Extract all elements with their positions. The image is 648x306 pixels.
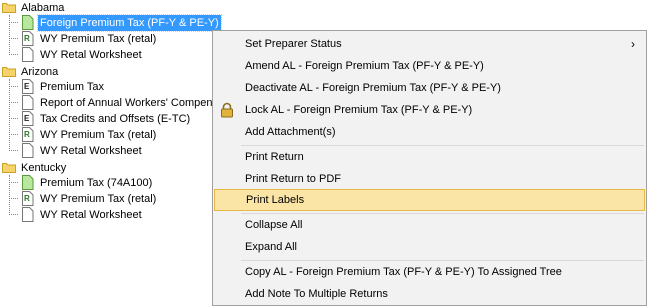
svg-text:E: E [24, 82, 30, 91]
doc-icon [22, 47, 34, 62]
folder-label: Kentucky [21, 162, 67, 174]
menu-item-label: Collapse All [245, 219, 303, 231]
tree-item-label: Tax Credits and Offsets (E-TC) [40, 113, 191, 125]
r-doc-icon: R [22, 191, 34, 206]
tree-item-label: Premium Tax [40, 81, 104, 93]
doc-icon [22, 95, 34, 110]
menu-item-collapse-all[interactable]: Collapse All [214, 214, 645, 236]
svg-text:R: R [24, 194, 30, 203]
folder-icon [2, 3, 16, 13]
r-doc-icon: R [22, 31, 34, 46]
menu-item-label: Set Preparer Status [245, 38, 342, 50]
folder-label: Alabama [21, 2, 65, 14]
green-doc-icon [22, 15, 34, 30]
menu-item-label: Add Attachment(s) [245, 126, 336, 138]
menu-item-amend[interactable]: Amend AL - Foreign Premium Tax (PF-Y & P… [214, 55, 645, 77]
tree-item-label: WY Premium Tax (retal) [40, 129, 157, 141]
e-doc-icon: E [22, 79, 34, 94]
return-tree: Alabama Foreign Premium Tax (PF-Y & PE-Y… [0, 0, 222, 306]
menu-item-expand-all[interactable]: Expand All [214, 236, 645, 258]
r-doc-icon: R [22, 127, 34, 142]
chevron-right-icon: › [631, 37, 635, 51]
svg-text:R: R [24, 130, 30, 139]
doc-icon [22, 207, 34, 222]
tree-item-label: Premium Tax (74A100) [40, 177, 153, 189]
menu-item-label: Print Labels [246, 194, 305, 206]
menu-item-label: Add Note To Multiple Returns [245, 288, 388, 300]
menu-item-label: Deactivate AL - Foreign Premium Tax (PF-… [245, 82, 501, 94]
menu-item-label: Amend AL - Foreign Premium Tax (PF-Y & P… [245, 60, 484, 72]
folder-icon [2, 67, 16, 77]
context-menu: Set Preparer Status › Amend AL - Foreign… [212, 30, 647, 306]
e-doc-icon: E [22, 111, 34, 126]
menu-item-label: Expand All [245, 241, 297, 253]
folder-icon [2, 163, 16, 173]
lock-icon [221, 102, 233, 118]
menu-item-lock[interactable]: Lock AL - Foreign Premium Tax (PF-Y & PE… [214, 99, 645, 121]
svg-text:E: E [24, 114, 30, 123]
tree-connector [9, 175, 10, 215]
menu-item-print-return-pdf[interactable]: Print Return to PDF [214, 168, 645, 190]
menu-item-label: Copy AL - Foreign Premium Tax (PF-Y & PE… [245, 266, 562, 278]
tree-item-label: WY Retal Worksheet [40, 49, 142, 61]
menu-item-label: Lock AL - Foreign Premium Tax (PF-Y & PE… [245, 104, 473, 116]
menu-item-label: Print Return to PDF [245, 173, 341, 185]
svg-text:R: R [24, 34, 30, 43]
menu-item-print-return[interactable]: Print Return [214, 146, 645, 168]
green-doc-icon [22, 175, 34, 190]
tree-item-label: WY Retal Worksheet [40, 145, 142, 157]
tree-connector [9, 15, 10, 55]
menu-item-copy-to-tree[interactable]: Copy AL - Foreign Premium Tax (PF-Y & PE… [214, 261, 645, 283]
tree-item-label: WY Premium Tax (retal) [40, 33, 157, 45]
menu-item-add-attachments[interactable]: Add Attachment(s) [214, 121, 645, 143]
doc-icon [22, 143, 34, 158]
menu-item-deactivate[interactable]: Deactivate AL - Foreign Premium Tax (PF-… [214, 77, 645, 99]
tree-connector [9, 79, 10, 151]
tree-item-label: Report of Annual Workers' Compen [40, 97, 213, 109]
folder-label: Arizona [21, 66, 59, 78]
tree-item-label: WY Premium Tax (retal) [40, 193, 157, 205]
menu-item-label: Print Return [245, 151, 304, 163]
tree-item-label: Foreign Premium Tax (PF-Y & PE-Y) [37, 14, 222, 32]
tree-item-label: WY Retal Worksheet [40, 209, 142, 221]
menu-item-set-preparer-status[interactable]: Set Preparer Status › [214, 33, 645, 55]
menu-item-add-note[interactable]: Add Note To Multiple Returns [214, 283, 645, 305]
menu-item-print-labels[interactable]: Print Labels [214, 189, 645, 211]
